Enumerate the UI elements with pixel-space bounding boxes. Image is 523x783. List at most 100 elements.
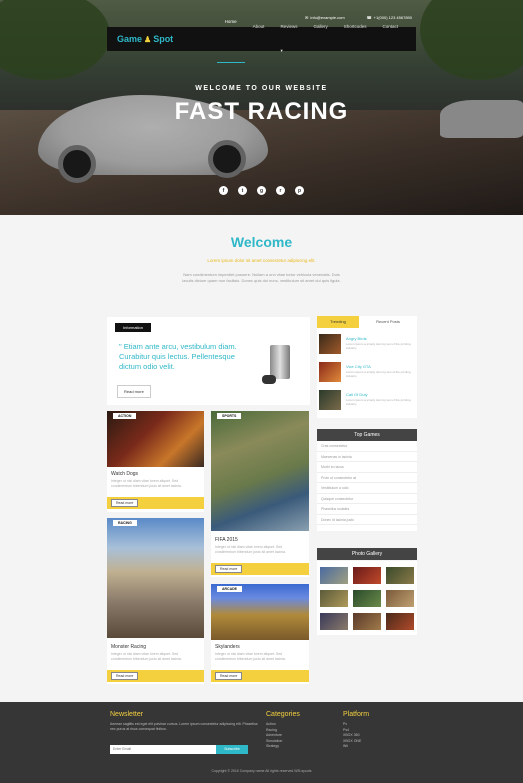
game-card: RACING Monster Racing Integer ut nisi di… <box>107 518 204 684</box>
footer-link[interactable]: Wii <box>343 744 361 750</box>
photo-gallery <box>317 561 417 635</box>
logo[interactable]: Game ♟ Spot <box>117 34 217 44</box>
gallery-thumb[interactable] <box>353 590 381 607</box>
email-field[interactable] <box>110 745 216 754</box>
read-more-bar: Read more <box>211 563 309 575</box>
gallery-thumb[interactable] <box>353 567 381 584</box>
top-games-heading: Top Games <box>317 429 417 441</box>
category-tag: ACTION <box>113 413 137 419</box>
tab-recent-posts[interactable]: Recent Posts <box>359 316 417 328</box>
categories-list: Action Racing Adventure Simulation Strat… <box>266 722 282 750</box>
photo-gallery-heading: Photo Gallery <box>317 548 417 560</box>
info-quote: " Etiam ante arcu, vestibulum diam. Cura… <box>119 342 237 371</box>
footer-link[interactable]: Strategy <box>266 744 282 750</box>
read-more-button[interactable]: Read more <box>111 672 139 680</box>
nav-link-about[interactable]: About <box>245 15 273 63</box>
nav-link-contact[interactable]: Contact <box>374 15 406 63</box>
category-tag: SPORTS <box>217 413 242 419</box>
list-item-title[interactable]: Call Of Duty <box>346 392 368 397</box>
list-item[interactable]: Phasellus sodales <box>317 504 417 515</box>
pinterest-icon[interactable]: p <box>295 186 304 195</box>
read-more-button[interactable]: Read more <box>111 499 139 507</box>
game-title[interactable]: Skylanders <box>215 644 240 650</box>
hero-subtitle: WELCOME TO OUR WEBSITE <box>195 85 328 92</box>
platform-list: Pc Ps4 XBOX 360 XBOX ONE Wii <box>343 722 361 750</box>
game-title[interactable]: FIFA 2015 <box>215 537 238 543</box>
hero-banner: ✉ info@example.com ☎ +1(000) 123 4567890 G… <box>0 0 523 215</box>
top-games-list: Cras consectetur Maecenas in lacinia Mor… <box>317 441 417 531</box>
list-item[interactable]: Angry Birds Lorem ipsum a simply dummy t… <box>319 332 415 356</box>
facebook-icon[interactable]: f <box>219 186 228 195</box>
list-item-text: Lorem ipsum a simply dummy text of the p… <box>346 370 411 378</box>
console-image <box>262 345 294 387</box>
game-image[interactable] <box>211 411 309 531</box>
gallery-thumb[interactable] <box>320 590 348 607</box>
list-item[interactable]: Vestibulum a odio <box>317 483 417 494</box>
thumbnail <box>319 390 341 410</box>
controller-icon: ♟ <box>144 34 152 44</box>
info-tag: Information <box>115 323 152 332</box>
footer-link[interactable]: Adventure <box>266 733 282 739</box>
footer-link[interactable]: XBOX 360 <box>343 733 361 739</box>
list-item[interactable]: Quisque consectetur <box>317 494 417 504</box>
list-item[interactable]: Morbi eu lacus <box>317 462 417 473</box>
list-item[interactable]: Donec id lacinia justo <box>317 515 417 525</box>
game-image[interactable] <box>211 584 309 640</box>
gallery-thumb[interactable] <box>386 590 414 607</box>
game-description: Integer ut nisi diam vitae lorem aliquet… <box>111 479 182 488</box>
list-item[interactable]: Maecenas in lacinia <box>317 452 417 462</box>
thumbnail <box>319 362 341 382</box>
gallery-thumb[interactable] <box>386 567 414 584</box>
read-more-button[interactable]: Read more <box>215 672 243 680</box>
game-title[interactable]: Watch Dogs <box>111 471 138 477</box>
nav-link-reviews[interactable]: Reviews ▾ <box>272 15 305 63</box>
nav-link-home[interactable]: Home <box>216 15 245 63</box>
read-more-bar: Read more <box>107 497 204 509</box>
gallery-thumb[interactable] <box>386 613 414 630</box>
list-item[interactable]: Call Of Duty Lorem ipsum a simply dummy … <box>319 388 415 412</box>
gallery-thumb[interactable] <box>320 567 348 584</box>
newsletter-text: Aenean sagittis est eget elit pulvinar c… <box>110 722 258 731</box>
chevron-down-icon: ▾ <box>280 48 283 53</box>
categories-heading: Categories <box>266 711 300 718</box>
hero-title: FAST RACING <box>174 98 349 125</box>
read-more-bar: Read more <box>211 670 309 682</box>
category-tag: ARCADE <box>217 586 242 592</box>
info-box: Information " Etiam ante arcu, vestibulu… <box>107 317 310 405</box>
info-read-more-button[interactable]: Read more <box>117 385 151 398</box>
list-item[interactable]: Cras consectetur <box>317 441 417 452</box>
platform-heading: Platform <box>343 711 370 718</box>
game-image[interactable] <box>107 518 204 638</box>
list-item-title[interactable]: Angry Birds <box>346 336 367 341</box>
sidebar-tabs: Trending Recent Posts <box>317 316 417 328</box>
list-item-text: Lorem ipsum a simply dummy text of the p… <box>346 398 411 406</box>
game-card: SPORTS FIFA 2015 Integer ut nisi diam vi… <box>211 411 309 577</box>
rss-icon[interactable]: r <box>276 186 285 195</box>
game-image[interactable] <box>107 411 204 467</box>
gallery-thumb[interactable] <box>353 613 381 630</box>
list-item-text: Lorem ipsum a simply dummy text of the p… <box>346 342 411 350</box>
subscribe-button[interactable]: Subscribe <box>216 745 248 754</box>
newsletter-heading: Newsletter <box>110 711 144 718</box>
nav-menu: Home About Reviews ▾ Gallery Shortcodes … <box>216 15 406 63</box>
game-title[interactable]: Monster Racing <box>111 644 146 650</box>
navbar: Game ♟ Spot Home About Reviews ▾ Gallery… <box>107 19 416 63</box>
category-tag: RACING <box>113 520 137 526</box>
list-item-title[interactable]: Vice City GTA <box>346 364 371 369</box>
copyright: Copyright © 2016 Company name All rights… <box>211 769 312 773</box>
game-description: Integer ut nisi diam vitae lorem aliquet… <box>111 652 182 661</box>
read-more-button[interactable]: Read more <box>215 565 243 573</box>
gallery-thumb[interactable] <box>320 613 348 630</box>
read-more-bar: Read more <box>107 670 204 682</box>
game-description: Integer ut nisi diam vitae lorem aliquet… <box>215 545 286 554</box>
google-plus-icon[interactable]: g <box>257 186 266 195</box>
list-item[interactable]: Proin ut consectetur at <box>317 473 417 483</box>
tab-trending[interactable]: Trending <box>317 316 359 328</box>
nav-link-gallery[interactable]: Gallery <box>305 15 335 63</box>
nav-link-shortcodes[interactable]: Shortcodes <box>336 15 375 63</box>
twitter-icon[interactable]: t <box>238 186 247 195</box>
welcome-title: Welcome <box>230 234 293 250</box>
game-card: ARCADE Skylanders Integer ut nisi diam v… <box>211 584 309 684</box>
social-links: f t g r p <box>0 186 523 195</box>
list-item[interactable]: Vice City GTA Lorem ipsum a simply dummy… <box>319 360 415 384</box>
